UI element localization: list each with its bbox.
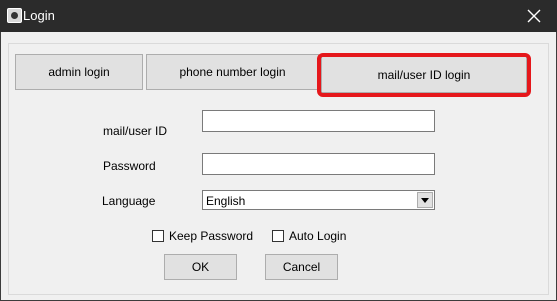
language-select-value: English — [206, 194, 246, 208]
language-label: Language — [102, 194, 156, 208]
password-label: Password — [103, 159, 156, 173]
auto-login-label[interactable]: Auto Login — [289, 229, 346, 243]
keep-password-label[interactable]: Keep Password — [169, 229, 253, 243]
userid-input[interactable] — [202, 110, 435, 132]
language-select[interactable]: English — [202, 190, 435, 210]
close-button[interactable] — [511, 0, 557, 32]
app-icon — [7, 8, 22, 23]
chevron-down-icon — [421, 197, 429, 203]
close-icon — [527, 9, 541, 23]
userid-label: mail/user ID — [103, 124, 168, 138]
ok-label: OK — [191, 260, 210, 274]
login-dialog: Login admin login phone number login mai… — [0, 0, 557, 301]
password-input[interactable] — [202, 153, 435, 175]
admin-login-label: admin login — [48, 65, 110, 79]
cancel-label: Cancel — [282, 260, 321, 274]
dropdown-arrow-button[interactable] — [417, 192, 433, 208]
phone-number-login-label: phone number login — [179, 65, 286, 79]
admin-login-button[interactable]: admin login — [15, 54, 143, 90]
keep-password-checkbox[interactable] — [152, 230, 164, 242]
title-bar[interactable]: Login — [0, 0, 557, 32]
cancel-button[interactable]: Cancel — [265, 254, 338, 280]
auto-login-checkbox[interactable] — [272, 230, 284, 242]
window-title: Login — [23, 8, 55, 23]
dialog-body: admin login phone number login mail/user… — [1, 32, 556, 300]
ok-button[interactable]: OK — [164, 254, 237, 280]
selected-mode-highlight — [317, 53, 531, 97]
phone-number-login-button[interactable]: phone number login — [146, 54, 319, 90]
